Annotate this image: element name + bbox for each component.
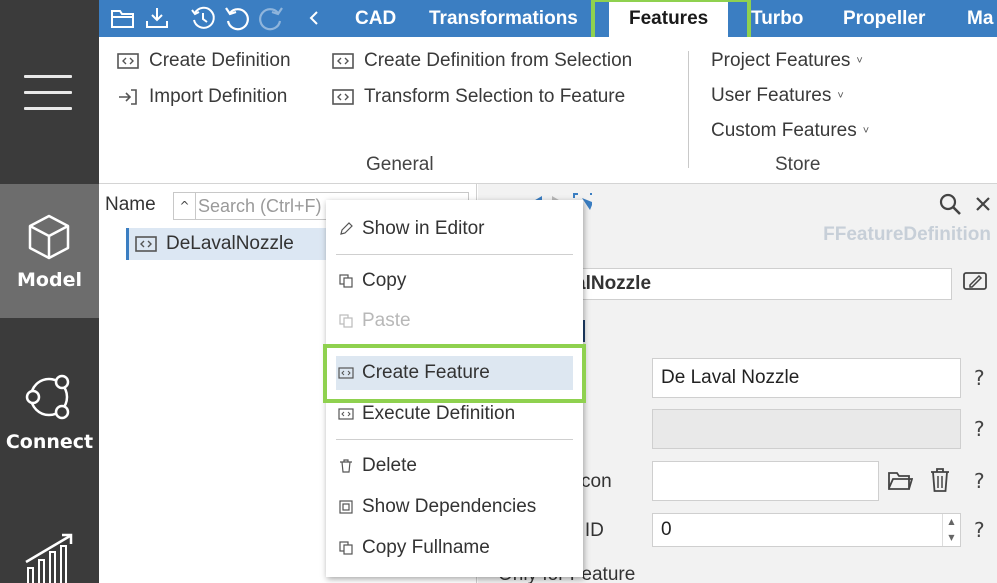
user-features-dropdown[interactable]: User Features ˅ [711, 85, 844, 107]
name-column-header: Name [105, 194, 156, 215]
menu-item-copy[interactable]: Copy [326, 264, 583, 298]
trash-icon [340, 459, 352, 473]
redo-icon[interactable] [258, 5, 284, 31]
transform-selection-to-feature-label: Transform Selection to Feature [364, 86, 626, 107]
menu-item-execute-definition[interactable]: Execute Definition [326, 397, 583, 431]
menu-item-label: Create Feature [362, 362, 490, 383]
menu-item-label: Delete [362, 455, 417, 476]
help-icon[interactable]: ? [974, 417, 985, 441]
create-definition-from-selection-label: Create Definition from Selection [364, 50, 633, 71]
spin-up-down-icon[interactable]: ▲ ▼ [942, 514, 960, 546]
menu-item-label: Show Dependencies [362, 496, 537, 517]
save-download-icon[interactable] [144, 5, 170, 31]
disabled-field [652, 409, 961, 449]
import-definition-label: Import Definition [149, 86, 288, 107]
chart-bars-icon [25, 533, 73, 583]
search-icon[interactable] [938, 192, 962, 216]
definition-icon [332, 89, 354, 105]
menu-item-label: Copy Fullname [362, 537, 490, 558]
object-name-field[interactable]: alNozzle [566, 268, 952, 300]
menu-item-copy-fullname[interactable]: Copy Fullname [326, 531, 583, 565]
paste-icon [339, 314, 353, 328]
custom-features-label: Custom Features [711, 120, 857, 141]
history-icon[interactable] [190, 5, 216, 31]
import-icon [119, 89, 137, 105]
definition-icon [135, 236, 157, 252]
tab-transformations[interactable]: Transformations [429, 0, 578, 37]
project-features-dropdown[interactable]: Project Features ˅ [711, 50, 863, 72]
object-type-title: FFeatureDefinition [823, 224, 991, 245]
hamburger-menu-icon[interactable] [24, 75, 74, 111]
menu-item-create-feature[interactable]: Create Feature [336, 356, 573, 390]
pencil-icon [340, 222, 353, 235]
tab-turbo[interactable]: Turbo [751, 0, 803, 37]
project-features-label: Project Features [711, 50, 851, 71]
open-folder-icon[interactable] [887, 468, 913, 492]
sidebar-item-label: Model [17, 269, 82, 291]
menu-separator [336, 439, 573, 440]
create-definition-label: Create Definition [149, 50, 291, 71]
trash-icon[interactable] [928, 467, 952, 493]
copy-icon [339, 274, 353, 288]
tab-cad[interactable]: CAD [355, 0, 396, 37]
copy-fullname-icon [339, 541, 353, 555]
import-definition-button[interactable]: Import Definition [117, 86, 287, 108]
ribbon-tab-bar: CAD Transformations Features Turbo Prope… [99, 0, 997, 37]
custom-features-dropdown[interactable]: Custom Features ˅ [711, 120, 869, 142]
sidebar-item-model[interactable]: Model [0, 184, 99, 318]
execute-icon [338, 408, 354, 420]
connect-nodes-icon [25, 374, 70, 420]
tab-features[interactable]: Features [609, 0, 729, 37]
menu-separator [336, 254, 573, 255]
property-label: con [581, 471, 612, 492]
rename-edit-icon[interactable] [962, 270, 988, 294]
undo-icon[interactable] [224, 5, 250, 31]
tree-item-label: DeLavalNozzle [166, 233, 294, 254]
help-icon[interactable]: ? [974, 366, 985, 390]
definition-icon [332, 53, 354, 69]
user-features-label: User Features [711, 85, 832, 106]
help-icon[interactable]: ? [974, 469, 985, 493]
close-icon[interactable] [974, 195, 992, 213]
menu-item-show-in-editor[interactable]: Show in Editor [326, 212, 583, 246]
menu-item-label: Show in Editor [362, 218, 485, 239]
context-menu: Show in Editor Copy Paste Create Feature… [326, 200, 583, 577]
sort-up-icon[interactable]: ^ [173, 192, 195, 220]
back-chevron-icon[interactable] [302, 5, 328, 31]
type-id-spinbox[interactable]: 0 [652, 513, 961, 547]
display-name-field[interactable]: De Laval Nozzle [652, 358, 961, 398]
open-folder-icon[interactable] [110, 5, 136, 31]
tree-item-delavalnozzle[interactable]: DeLavalNozzle [126, 228, 336, 260]
menu-item-show-dependencies[interactable]: Show Dependencies [326, 490, 583, 524]
definition-icon [117, 53, 139, 69]
app-sidebar: Model Connect [0, 0, 99, 583]
help-icon[interactable]: ? [974, 518, 985, 542]
feature-icon [338, 367, 354, 379]
chevron-down-icon: ˅ [862, 125, 870, 137]
menu-item-paste: Paste [326, 304, 583, 338]
ribbon-group-divider [688, 51, 689, 168]
cube-icon [28, 214, 70, 260]
menu-item-delete[interactable]: Delete [326, 449, 583, 483]
tab-propeller[interactable]: Propeller [843, 0, 925, 37]
create-definition-from-selection-button[interactable]: Create Definition from Selection [332, 50, 632, 72]
group-label-general: General [366, 154, 434, 175]
menu-separator [336, 344, 573, 345]
tab-more[interactable]: Ma [967, 0, 993, 37]
create-definition-button[interactable]: Create Definition [117, 50, 291, 72]
menu-item-label: Execute Definition [362, 403, 516, 424]
menu-item-label: Copy [362, 270, 407, 291]
chevron-down-icon: ˅ [856, 55, 863, 67]
transform-selection-to-feature-button[interactable]: Transform Selection to Feature [332, 86, 625, 108]
icon-path-field[interactable] [652, 461, 879, 501]
sidebar-item-connect[interactable]: Connect [0, 318, 99, 453]
group-label-store: Store [775, 154, 821, 175]
chevron-down-icon: ˅ [837, 90, 844, 102]
ribbon-panel: Create Definition Import Definition Crea… [99, 37, 997, 183]
menu-item-label: Paste [362, 310, 411, 331]
sidebar-item-analysis[interactable] [0, 452, 99, 583]
sidebar-item-label: Connect [5, 431, 94, 453]
dependencies-icon [339, 500, 353, 514]
